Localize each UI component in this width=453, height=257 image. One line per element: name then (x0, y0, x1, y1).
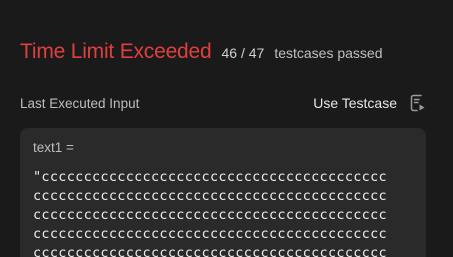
use-testcase-icon (410, 94, 426, 112)
testcase-count: 46 / 47 (221, 45, 265, 61)
variable-name: text1 = (33, 140, 74, 155)
use-testcase-label: Use Testcase (313, 95, 397, 111)
use-testcase-button[interactable]: Use Testcase (313, 94, 426, 112)
input-header: Last Executed Input Use Testcase (20, 94, 426, 112)
last-executed-input-label: Last Executed Input (20, 95, 140, 111)
status-text: Time Limit Exceeded (20, 40, 212, 63)
variable-value: "ccccccccccccccccccccccccccccccccccccccc… (33, 169, 387, 257)
testcase-count-label: testcases passed (274, 45, 383, 61)
result-panel: Time Limit Exceeded 46 / 47 testcases pa… (0, 0, 453, 257)
input-box: text1 = "ccccccccccccccccccccccccccccccc… (20, 128, 426, 257)
result-summary: Time Limit Exceeded 46 / 47 testcases pa… (20, 40, 383, 64)
